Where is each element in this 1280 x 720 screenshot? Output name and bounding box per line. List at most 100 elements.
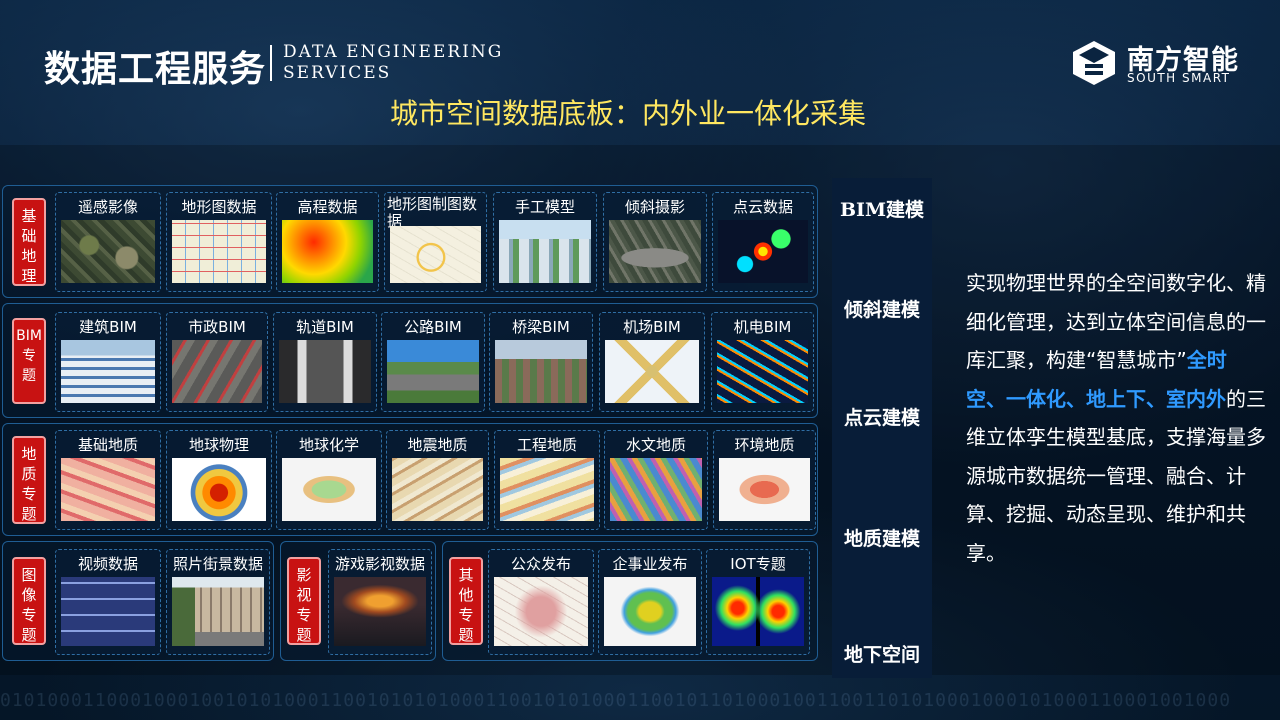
modeling-sidebar: BIM建模 倾斜建模 点云建模 地质建模 地下空间 [832, 178, 932, 678]
card-highway-bim[interactable]: 公路BIM [381, 312, 485, 412]
sidebar-item-bim-modeling: BIM建模 [840, 199, 924, 221]
basic-geology-image [61, 458, 155, 521]
card-label: 手工模型 [514, 198, 575, 216]
mep-bim-image [717, 340, 808, 403]
sidebar-item-underground-space: 地下空间 [843, 644, 920, 666]
card-label: 地球物理 [188, 436, 249, 454]
enterprise-release-image [604, 577, 696, 646]
card-label: 照片街景数据 [172, 555, 263, 573]
card-label: 点云数据 [732, 198, 793, 216]
card-label: IOT专题 [730, 555, 786, 573]
tag-basic-geography: 基 础 地 理 [12, 198, 46, 286]
card-label: 机场BIM [623, 318, 681, 336]
company-logo: 南方智能 SOUTH SMART [1072, 40, 1242, 86]
logo-name-en: SOUTH SMART [1127, 71, 1231, 85]
building-bim-image [61, 340, 155, 403]
card-label: 地形图数据 [181, 198, 257, 216]
card-enterprise-release[interactable]: 企事业发布 [598, 549, 702, 655]
card-engineering-geology[interactable]: 工程地质 [494, 430, 600, 530]
card-manual-model[interactable]: 手工模型 [493, 192, 597, 292]
card-label: 游戏影视数据 [334, 555, 425, 573]
engineering-geology-image [500, 458, 594, 521]
description-part-2: 的三维立体孪生模型基底，支撑海量多源城市数据统一管理、融合、计算、挖掘、动态呈现… [966, 386, 1266, 565]
card-label: 视频数据 [77, 555, 138, 573]
hydrogeology-image [610, 458, 702, 521]
card-label: 公众发布 [510, 555, 571, 573]
environmental-geology-image [719, 458, 810, 521]
card-geochemistry[interactable]: 地球化学 [276, 430, 382, 530]
tag-other: 其 他 专 题 [449, 557, 483, 645]
card-label: 基础地质 [77, 436, 138, 454]
card-building-bim[interactable]: 建筑BIM [55, 312, 161, 412]
group-image: 图 像 专 题 视频数据 照片街景数据 [2, 541, 274, 661]
oblique-photo-image [609, 220, 701, 283]
tag-geology: 地 质 专 题 [12, 436, 46, 524]
card-label: 地形图制图数据 [387, 195, 478, 230]
public-release-image [494, 577, 588, 646]
card-rail-bim[interactable]: 轨道BIM [273, 312, 377, 412]
card-label: 遥感影像 [77, 198, 138, 216]
card-label: 工程地质 [516, 436, 577, 454]
group-basic-geography: 基 础 地 理 遥感影像 地形图数据 高程数据 地形图制图数据 手工模型 倾斜摄… [2, 185, 818, 298]
card-game-film[interactable]: 游戏影视数据 [328, 549, 432, 655]
card-bridge-bim[interactable]: 桥梁BIM [489, 312, 593, 412]
card-mep-bim[interactable]: 机电BIM [711, 312, 814, 412]
tag-image: 图 像 专 题 [12, 557, 46, 645]
card-label: 水文地质 [625, 436, 686, 454]
card-basic-geology[interactable]: 基础地质 [55, 430, 161, 530]
group-film: 影 视 专 题 游戏影视数据 [280, 541, 436, 661]
card-iot[interactable]: IOT专题 [706, 549, 810, 655]
card-label: 倾斜摄影 [624, 198, 685, 216]
card-label: 轨道BIM [296, 318, 354, 336]
card-topo-cartography[interactable]: 地形图制图数据 [384, 192, 487, 292]
group-geology: 地 质 专 题 基础地质 地球物理 地球化学 地震地质 工程地质 水文地质 环境… [2, 423, 818, 536]
geophysics-earth-image [172, 458, 266, 521]
rail-bim-image [279, 340, 371, 403]
card-remote-sensing[interactable]: 遥感影像 [55, 192, 161, 292]
card-oblique-photography[interactable]: 倾斜摄影 [603, 192, 707, 292]
highway-bim-image [387, 340, 479, 403]
card-video-data[interactable]: 视频数据 [55, 549, 161, 655]
group-other: 其 他 专 题 公众发布 企事业发布 IOT专题 [442, 541, 818, 661]
cartography-image [390, 226, 481, 283]
geochemistry-image [282, 458, 376, 521]
card-topographic-map[interactable]: 地形图数据 [166, 192, 272, 292]
airport-bim-image [605, 340, 699, 403]
logo-cube-icon [1073, 41, 1115, 85]
slide-subtitle: 城市空间数据底板：内外业一体化采集 [390, 97, 867, 130]
card-street-photo[interactable]: 照片街景数据 [166, 549, 270, 655]
card-airport-bim[interactable]: 机场BIM [599, 312, 705, 412]
sidebar-item-geology-modeling: 地质建模 [843, 528, 920, 550]
iot-heatmap-image [712, 577, 804, 646]
sidebar-item-oblique-modeling: 倾斜建模 [843, 299, 920, 321]
title-divider [270, 45, 272, 81]
card-label: 公路BIM [404, 318, 462, 336]
game-film-image [334, 577, 426, 646]
card-hydrogeology[interactable]: 水文地质 [604, 430, 708, 530]
card-geophysics[interactable]: 地球物理 [166, 430, 272, 530]
municipal-bim-image [172, 340, 262, 403]
remote-sensing-image [61, 220, 155, 283]
video-data-image [61, 577, 155, 646]
card-point-cloud[interactable]: 点云数据 [712, 192, 814, 292]
card-label: 环境地质 [734, 436, 795, 454]
card-public-release[interactable]: 公众发布 [488, 549, 594, 655]
group-bim: BIM 专 题 建筑BIM 市政BIM 轨道BIM 公路BIM 桥梁BIM 机场… [2, 303, 818, 418]
point-cloud-image [718, 220, 808, 283]
seismic-geology-image [392, 458, 483, 521]
card-label: 市政BIM [188, 318, 246, 336]
card-seismic-geology[interactable]: 地震地质 [386, 430, 489, 530]
bridge-bim-image [495, 340, 587, 403]
card-label: 地震地质 [407, 436, 468, 454]
binary-strip: 0101000110001000100101010001100101010100… [0, 690, 1232, 711]
topographic-map-image [172, 220, 266, 283]
manual-model-image [499, 220, 591, 283]
card-environmental-geology[interactable]: 环境地质 [713, 430, 816, 530]
card-elevation-data[interactable]: 高程数据 [276, 192, 379, 292]
card-label: 机电BIM [733, 318, 792, 336]
card-municipal-bim[interactable]: 市政BIM [166, 312, 268, 412]
page-title-english: DATA ENGINEERING SERVICES [283, 42, 504, 83]
page-title: 数据工程服务 [44, 49, 267, 90]
sidebar-item-pointcloud-modeling: 点云建模 [843, 407, 920, 429]
elevation-image [282, 220, 373, 283]
